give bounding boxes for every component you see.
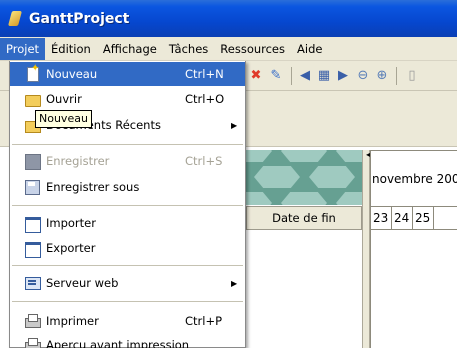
menu-item-label: Exporter xyxy=(46,241,96,255)
submenu-arrow-icon: ▶ xyxy=(231,120,238,130)
export-icon xyxy=(24,240,41,258)
gantt-day-label: 25 xyxy=(412,206,433,230)
banner-hexagon xyxy=(336,192,362,205)
menu-item-shortcut: Ctrl+P xyxy=(185,314,223,328)
menu-item-label: Aperçu avant impression xyxy=(46,338,190,348)
web-server-icon xyxy=(24,275,41,291)
new-file-icon xyxy=(24,63,40,82)
menu-item-shortcut: Ctrl+S xyxy=(185,154,223,168)
menu-aide[interactable]: Aide xyxy=(291,38,328,60)
toolbar-separator xyxy=(396,67,397,85)
menu-projet[interactable]: Projet xyxy=(0,37,46,60)
window-title: GanttProject xyxy=(29,10,130,27)
menu-item-label: Ouvrir xyxy=(46,92,82,106)
menu-item-ouvrir[interactable]: Ouvrir Ctrl+O xyxy=(10,87,245,111)
banner-hexagon xyxy=(336,150,362,162)
logo-banner xyxy=(246,150,362,205)
menu-item-label: Enregistrer xyxy=(46,154,110,168)
split-pane-divider[interactable] xyxy=(362,150,370,348)
menu-item-nouveau[interactable]: Nouveau Ctrl+N xyxy=(10,62,245,86)
menu-ressources[interactable]: Ressources xyxy=(214,38,291,60)
gantt-day-label: 24 xyxy=(391,206,412,230)
zoom-out-icon[interactable]: ⊖ xyxy=(355,68,371,84)
save-icon xyxy=(24,153,41,170)
menu-separator xyxy=(12,205,243,206)
menu-item-imprimer[interactable]: Imprimer Ctrl+P xyxy=(10,309,245,333)
ganttproject-logo-icon xyxy=(8,10,24,28)
menu-taches[interactable]: Tâches xyxy=(163,38,214,60)
title-bar: GanttProject xyxy=(0,0,457,37)
submenu-arrow-icon: ▶ xyxy=(231,278,238,288)
banner-hexagon xyxy=(246,192,272,205)
menu-separator xyxy=(12,301,243,302)
task-table-body[interactable] xyxy=(246,230,362,348)
toolbar-separator xyxy=(291,67,292,85)
open-folder-icon xyxy=(24,91,41,107)
menu-item-label: Nouveau xyxy=(46,67,98,81)
menu-separator xyxy=(12,144,243,145)
delete-icon[interactable]: ✖ xyxy=(248,68,264,84)
menu-item-importer[interactable]: Importer xyxy=(10,211,245,235)
banner-hexagon xyxy=(281,192,327,205)
gantt-chart-area[interactable] xyxy=(370,230,457,348)
properties-icon[interactable]: ✎ xyxy=(268,68,284,84)
unindent-icon[interactable]: ◀ xyxy=(297,68,313,84)
tooltip: Nouveau xyxy=(35,110,92,128)
menu-item-apercu-impression[interactable]: Aperçu avant impression xyxy=(10,333,245,348)
menu-item-label: Imprimer xyxy=(46,314,99,328)
save-as-icon xyxy=(24,179,40,195)
gantt-month-label: novembre 2006 xyxy=(372,172,457,186)
banner-hexagon xyxy=(309,166,355,188)
menu-item-enregistrer[interactable]: Enregistrer Ctrl+S xyxy=(10,149,245,173)
menu-item-exporter[interactable]: Exporter xyxy=(10,236,245,260)
menu-item-serveur-web[interactable]: Serveur web ▶ xyxy=(10,271,245,295)
column-header-end-date[interactable]: Date de fin xyxy=(246,206,362,230)
import-icon xyxy=(24,215,41,233)
printer-icon xyxy=(24,313,41,329)
menu-item-label: Importer xyxy=(46,216,96,230)
projet-menu: Nouveau Ctrl+N Ouvrir Ctrl+O Documents R… xyxy=(9,61,246,348)
zoom-in-icon[interactable]: ⊕ xyxy=(374,68,390,84)
menu-item-label: Enregistrer sous xyxy=(46,180,140,194)
document-icon[interactable]: ▯ xyxy=(404,68,420,84)
gantt-day-divider xyxy=(433,206,457,230)
menu-item-shortcut: Ctrl+O xyxy=(185,92,225,106)
menu-item-shortcut: Ctrl+N xyxy=(185,67,224,81)
menu-separator xyxy=(12,265,243,266)
banner-hexagon xyxy=(281,150,327,162)
print-preview-icon xyxy=(24,337,41,348)
gantt-day-label: 23 xyxy=(370,206,391,230)
menu-affichage[interactable]: Affichage xyxy=(97,38,163,60)
link-tasks-icon[interactable]: ▦ xyxy=(316,68,332,84)
banner-hexagon xyxy=(254,166,300,188)
menu-bar: Projet Édition Affichage Tâches Ressourc… xyxy=(0,37,457,61)
menu-item-enregistrer-sous[interactable]: Enregistrer sous xyxy=(10,175,245,199)
menu-item-label: Serveur web xyxy=(46,276,119,290)
menu-edition[interactable]: Édition xyxy=(45,38,97,60)
banner-hexagon xyxy=(246,150,272,162)
indent-icon[interactable]: ▶ xyxy=(335,68,351,84)
